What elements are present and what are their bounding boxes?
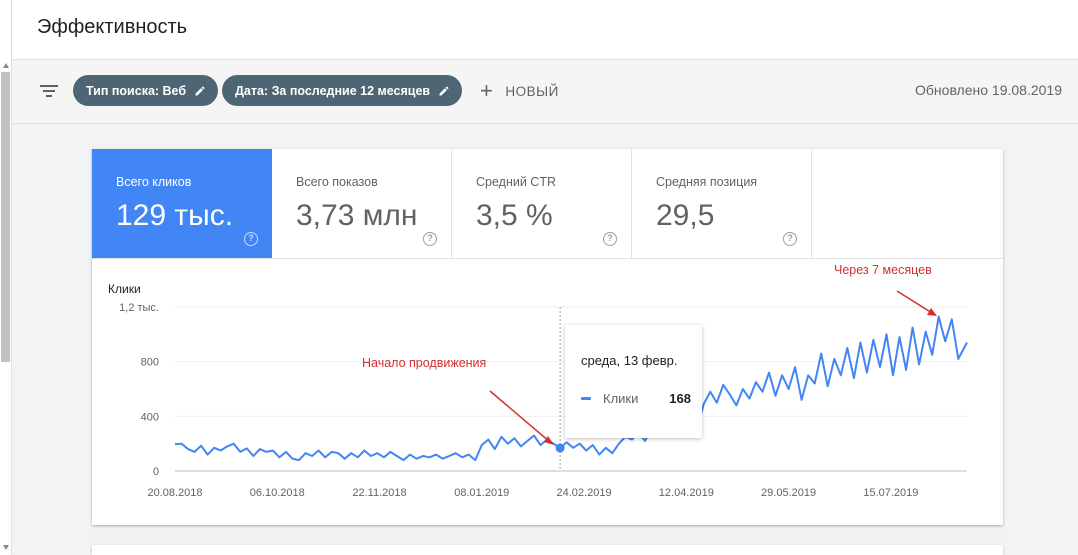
metric-value: 29,5 — [656, 199, 715, 232]
new-filter-label: НОВЫЙ — [505, 83, 559, 99]
chip-label: Тип поиска: Веб — [86, 83, 187, 98]
metric-label: Средняя позиция — [656, 175, 758, 189]
y-tick-label: 0 — [153, 466, 159, 478]
annotation-after: Через 7 месяцев — [834, 263, 932, 277]
chip-label: Дата: За последние 12 месяцев — [235, 83, 431, 98]
new-filter-button[interactable]: + НОВЫЙ — [480, 79, 559, 103]
tooltip-series-name: Клики — [603, 391, 639, 406]
metric-label: Средний CTR — [476, 175, 556, 189]
x-tick-label: 24.02.2019 — [557, 487, 612, 499]
x-tick-label: 29.05.2019 — [761, 487, 816, 499]
metric-average-ctr[interactable]: Средний CTR 3,5 % ? — [452, 149, 632, 259]
metric-total-impressions[interactable]: Всего показов 3,73 млн ? — [272, 149, 452, 259]
x-tick-label: 22.11.2018 — [352, 487, 406, 499]
y-axis-label: Клики — [108, 282, 141, 296]
plus-icon: + — [480, 78, 494, 103]
x-tick-label: 06.10.2018 — [250, 487, 305, 499]
metric-value: 129 тыс. — [116, 199, 234, 232]
highlight-point — [555, 443, 565, 453]
date-range-chip[interactable]: Дата: За последние 12 месяцев — [222, 75, 463, 106]
chart-tooltip: среда, 13 февр. Клики 168 — [565, 325, 702, 438]
filter-icon[interactable] — [40, 84, 58, 98]
y-tick-label: 400 — [141, 411, 159, 423]
filter-bar: Тип поиска: Веб Дата: За последние 12 ме… — [12, 60, 1078, 124]
x-tick-label: 20.08.2018 — [147, 487, 202, 499]
search-type-chip[interactable]: Тип поиска: Веб — [73, 75, 219, 106]
page-title: Эффективность — [37, 16, 188, 38]
header: Эффективность — [12, 0, 1078, 60]
clicks-chart[interactable]: Клики 0 400 800 1,2 тыс. 20.08.2018 06.10.2018… — [92, 259, 1003, 525]
metric-total-clicks[interactable]: Всего кликов 129 тыс. ? — [92, 149, 272, 259]
page: Эффективность Тип поиска: Веб Дата: За п… — [0, 0, 1078, 555]
arrowhead-icon — [927, 308, 937, 316]
help-icon[interactable]: ? — [783, 232, 797, 246]
scroll-up-icon[interactable] — [3, 63, 9, 68]
annotation-arrow-after — [896, 290, 933, 314]
scroll-down-icon[interactable] — [3, 545, 9, 550]
x-tick-label: 15.07.2019 — [863, 487, 918, 499]
help-icon[interactable]: ? — [244, 232, 258, 246]
metric-average-position[interactable]: Средняя позиция 29,5 ? — [632, 149, 812, 259]
help-icon[interactable]: ? — [423, 232, 437, 246]
x-tick-label: 12.04.2019 — [659, 487, 714, 499]
next-card — [92, 545, 1003, 555]
scrollbar-thumb[interactable] — [1, 72, 10, 362]
y-tick-label: 800 — [141, 357, 159, 369]
metric-label: Всего кликов — [116, 175, 192, 189]
tooltip-value: 168 — [669, 391, 691, 406]
help-icon[interactable]: ? — [603, 232, 617, 246]
tooltip-date: среда, 13 февр. — [581, 353, 678, 368]
y-tick-label: 1,2 тыс. — [119, 302, 159, 314]
metric-row-filler — [812, 149, 1003, 259]
performance-card: Всего кликов 129 тыс. ? Всего показов 3,… — [92, 149, 1003, 525]
metric-value: 3,73 млн — [296, 199, 418, 232]
updated-timestamp: Обновлено 19.08.2019 — [915, 82, 1062, 98]
metric-label: Всего показов — [296, 175, 378, 189]
series-swatch — [581, 397, 591, 400]
edit-icon[interactable] — [438, 85, 450, 97]
tooltip-row: Клики 168 — [581, 391, 691, 406]
x-tick-label: 08.01.2019 — [454, 487, 509, 499]
scrollbar[interactable] — [0, 0, 12, 555]
annotation-start: Начало продвижения — [362, 356, 487, 370]
edit-icon[interactable] — [194, 85, 206, 97]
metric-value: 3,5 % — [476, 199, 553, 232]
